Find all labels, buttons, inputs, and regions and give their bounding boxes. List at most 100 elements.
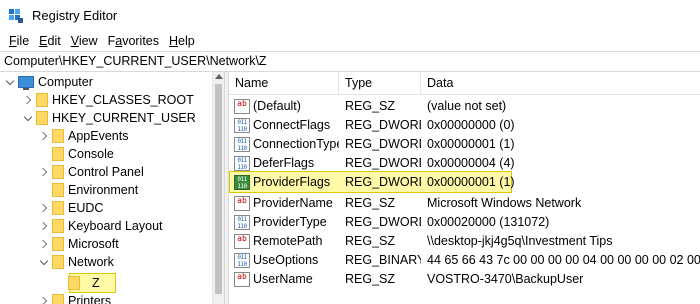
chevron-down-icon[interactable] — [40, 253, 50, 271]
value-data: 0x00000001 (1) — [427, 137, 515, 151]
value-name: UseOptions — [253, 253, 319, 267]
value-type: REG_SZ — [345, 99, 396, 113]
value-type: REG_DWORD — [345, 118, 421, 132]
folder-icon — [52, 237, 64, 251]
tree-item-hkey-current-user[interactable]: HKEY_CURRENT_USER — [24, 109, 196, 127]
value-data: \\desktop-jkj4g5q\Investment Tips — [427, 234, 613, 248]
tree-item-label: Network — [68, 255, 114, 269]
binary-value-icon: 011 110 — [234, 253, 250, 268]
tree-item-appevents[interactable]: AppEvents — [40, 127, 128, 145]
address-bar[interactable]: Computer\HKEY_CURRENT_USER\Network\Z — [0, 51, 700, 72]
window-title: Registry Editor — [32, 8, 118, 23]
value-data: 0x00000004 (4) — [427, 156, 515, 170]
column-header-data[interactable]: Data — [421, 72, 700, 95]
value-type: REG_SZ — [345, 234, 396, 248]
list-row[interactable]: 011 110 UseOptions REG_BINARY 44 65 66 43… — [229, 251, 700, 270]
list-row[interactable]: ab ProviderName REG_SZ Microsoft Windows… — [229, 194, 700, 213]
tree-item-label: EUDC — [68, 201, 104, 215]
chevron-down-icon[interactable] — [6, 73, 16, 91]
tree-item-z[interactable]: Z — [56, 274, 100, 292]
value-type: REG_DWORD — [345, 156, 421, 170]
scroll-up-arrow-icon[interactable] — [215, 74, 223, 79]
value-name: DeferFlags — [253, 156, 315, 170]
value-name: ProviderName — [253, 196, 333, 210]
chevron-right-icon[interactable] — [40, 292, 50, 304]
list-row[interactable]: 011 110 DeferFlags REG_DWORD 0x00000004 (… — [229, 154, 700, 173]
value-type: REG_DWORD — [345, 175, 421, 189]
list-row[interactable]: 011 110 ConnectFlags REG_DWORD 0x00000000… — [229, 116, 700, 135]
tree-item-environment[interactable]: Environment — [40, 181, 138, 199]
menu-bar: File Edit View Favorites Help — [0, 31, 700, 51]
tree-item-eudc[interactable]: EUDC — [40, 199, 103, 217]
tree-item-label: Z — [92, 276, 100, 290]
chevron-right-icon[interactable] — [40, 235, 50, 253]
string-value-icon: ab — [234, 272, 250, 287]
scrollbar-thumb[interactable] — [215, 84, 222, 294]
value-data: (value not set) — [427, 99, 507, 113]
tree-item-keyboard-layout[interactable]: Keyboard Layout — [40, 217, 163, 235]
menu-help[interactable]: Help — [164, 31, 200, 51]
tree-scrollbar[interactable] — [212, 72, 224, 304]
key-tree-pane[interactable]: Computer HKEY_CLASSES_ROOT HKEY_CURRENT_… — [0, 72, 224, 304]
tree-item-hkey-classes-root[interactable]: HKEY_CLASSES_ROOT — [24, 91, 194, 109]
value-name: ProviderFlags — [253, 175, 331, 189]
value-data: 44 65 66 43 7c 00 00 00 00 04 00 00 00 0… — [427, 253, 700, 267]
tree-item-label: Printers — [68, 294, 112, 304]
title-bar: Registry Editor — [0, 0, 700, 31]
column-header-type[interactable]: Type — [339, 72, 421, 95]
chevron-right-icon[interactable] — [24, 91, 34, 109]
registry-editor-icon — [9, 9, 23, 23]
binary-value-icon: 011 110 — [234, 215, 250, 230]
value-name: ProviderType — [253, 215, 327, 229]
menu-favorites[interactable]: Favorites — [103, 31, 164, 51]
tree-item-label: HKEY_CLASSES_ROOT — [52, 93, 194, 107]
tree-item-label: AppEvents — [68, 129, 129, 143]
string-value-icon: ab — [234, 196, 250, 211]
list-row-highlighted[interactable]: 011 110 ProviderFlags REG_DWORD 0x0000000… — [229, 173, 700, 192]
folder-icon — [52, 129, 64, 143]
menu-edit[interactable]: Edit — [34, 31, 66, 51]
value-name: RemotePath — [253, 234, 323, 248]
tree-item-console[interactable]: Console — [40, 145, 114, 163]
folder-icon — [68, 276, 80, 290]
folder-icon — [52, 165, 64, 179]
list-row[interactable]: 011 110 ProviderType REG_DWORD 0x00020000… — [229, 213, 700, 232]
value-type: REG_SZ — [345, 196, 396, 210]
list-row[interactable]: 011 110 ConnectionType REG_DWORD 0x000000… — [229, 135, 700, 154]
binary-value-icon: 011 110 — [234, 175, 250, 190]
tree-item-label: Computer — [38, 75, 93, 89]
chevron-down-icon[interactable] — [24, 109, 34, 127]
values-list[interactable]: Name Type Data ab (Default) REG_SZ (valu… — [229, 72, 700, 304]
tree-item-microsoft[interactable]: Microsoft — [40, 235, 119, 253]
tree-item-control-panel[interactable]: Control Panel — [40, 163, 144, 181]
chevron-right-icon[interactable] — [40, 217, 50, 235]
binary-value-icon: 011 110 — [234, 156, 250, 171]
value-type: REG_DWORD — [345, 137, 421, 151]
value-type: REG_DWORD — [345, 215, 421, 229]
menu-file[interactable]: File — [4, 31, 34, 51]
menu-view[interactable]: View — [66, 31, 103, 51]
folder-icon — [52, 201, 64, 215]
folder-icon — [52, 255, 64, 269]
chevron-right-icon[interactable] — [40, 163, 50, 181]
binary-value-icon: 011 110 — [234, 118, 250, 133]
value-data: 0x00020000 (131072) — [427, 215, 550, 229]
tree-item-computer[interactable]: Computer — [6, 73, 93, 91]
value-data: 0x00000000 (0) — [427, 118, 515, 132]
chevron-right-icon[interactable] — [40, 199, 50, 217]
string-value-icon: ab — [234, 234, 250, 249]
tree-item-label: Console — [68, 147, 114, 161]
value-type: REG_SZ — [345, 272, 396, 286]
tree-item-printers[interactable]: Printers — [40, 292, 111, 304]
folder-icon — [36, 111, 48, 125]
tree-item-network[interactable]: Network — [40, 253, 114, 271]
column-header-name[interactable]: Name — [229, 72, 339, 95]
computer-icon — [18, 76, 34, 90]
binary-value-icon: 011 110 — [234, 137, 250, 152]
list-row[interactable]: ab UserName REG_SZ VOSTRO-3470\BackupUse… — [229, 270, 700, 289]
folder-icon — [52, 219, 64, 233]
list-row[interactable]: ab RemotePath REG_SZ \\desktop-jkj4g5q\I… — [229, 232, 700, 251]
chevron-right-icon[interactable] — [40, 127, 50, 145]
list-row[interactable]: ab (Default) REG_SZ (value not set) — [229, 97, 700, 116]
list-header: Name Type Data — [229, 72, 700, 95]
